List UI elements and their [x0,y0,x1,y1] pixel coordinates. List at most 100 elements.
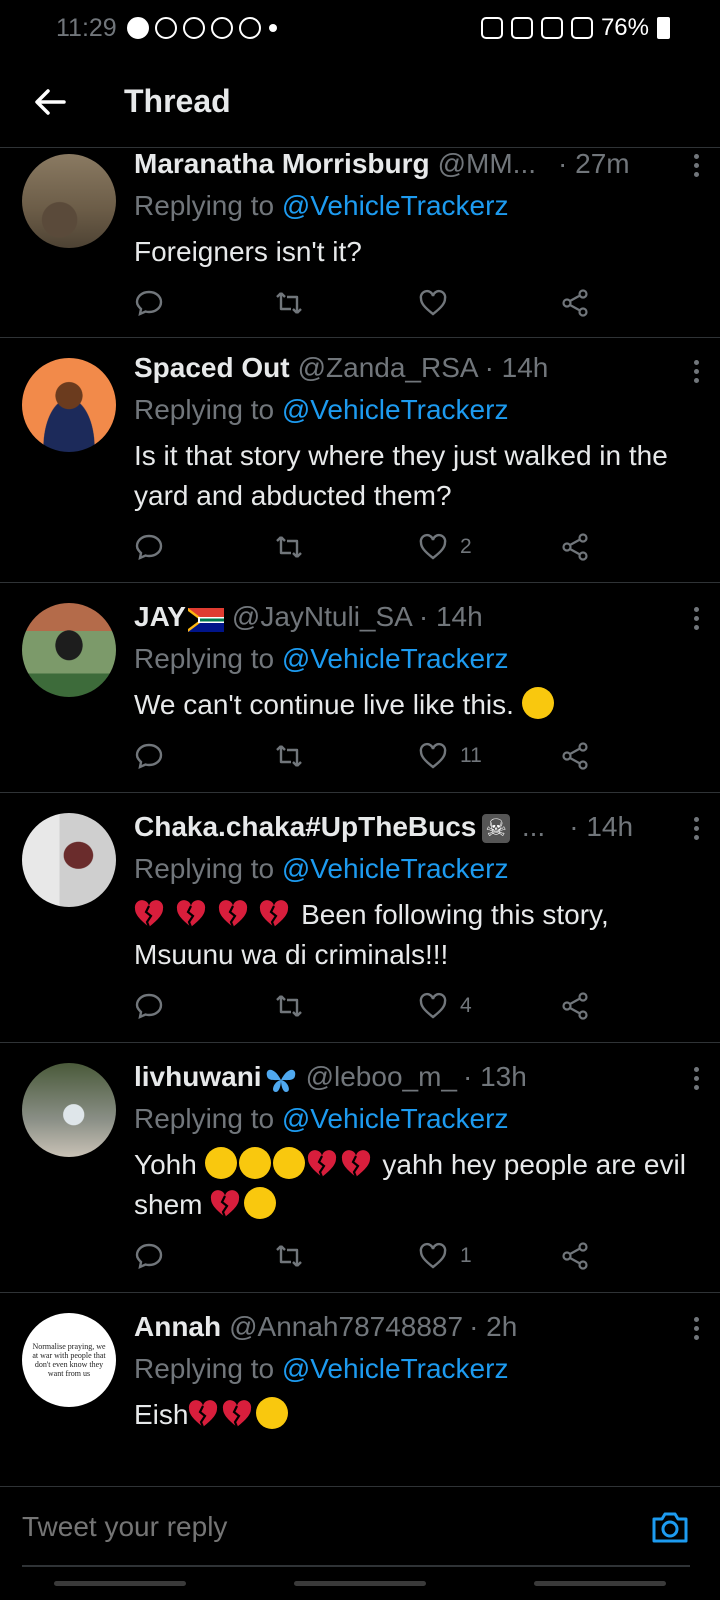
display-name[interactable]: JAY [134,601,186,633]
display-name[interactable]: livhuwani [134,1061,262,1093]
replying-mention[interactable]: @VehicleTrackerz [282,1103,509,1134]
more-options-icon[interactable] [694,1067,700,1090]
retweet-icon [276,536,302,558]
replying-mention[interactable]: @VehicleTrackerz [282,853,509,884]
notification-icons [126,17,261,39]
camera-icon[interactable] [650,1509,690,1545]
heart-icon [419,742,447,769]
broken-heart-emoji-icon [176,900,205,928]
display-name[interactable]: Maranatha Morrisburg [134,148,430,180]
avatar[interactable] [22,154,116,248]
retweet-button[interactable] [274,741,304,771]
heart-icon [419,1242,447,1269]
replying-mention[interactable]: @VehicleTrackerz [282,643,509,674]
user-handle: @Annah78748887 [229,1311,464,1342]
status-time: 11:29 [56,13,117,42]
share-icon [562,533,588,561]
nav-home-handle[interactable] [294,1580,426,1586]
tweet-actions: 4 [134,989,604,1023]
replying-mention[interactable]: @VehicleTrackerz [282,394,509,425]
like-count: 11 [460,744,482,767]
share-button[interactable] [560,532,590,562]
wifi-icon [540,17,563,39]
tweet-text: We can't continue live like this. [134,685,700,725]
tweet-time: · 27m [558,148,630,179]
replying-label: Replying to [134,853,282,884]
tweet-time: · 13h [462,1061,527,1092]
like-button[interactable]: 2 [418,532,472,562]
like-button[interactable]: 1 [418,1241,472,1271]
avatar[interactable] [22,358,116,452]
broken-heart-emoji-icon [223,1400,252,1428]
tweet-reply-input[interactable] [22,1487,582,1567]
replying-label: Replying to [134,394,282,425]
signal-icon [570,17,593,39]
reply-button[interactable] [134,288,164,318]
share-icon [562,1242,588,1270]
reply-button[interactable] [134,741,164,771]
retweet-button[interactable] [274,991,304,1021]
replying-mention[interactable]: @VehicleTrackerz [282,190,509,221]
retweet-button[interactable] [274,1241,304,1271]
like-button[interactable]: 11 [418,741,482,771]
tweet-text-content: We can't continue live like this. [134,689,514,720]
like-button[interactable] [418,288,460,318]
tweet[interactable]: JAY @JayNtuli_SA · 14h Replying to @Vehic… [0,583,720,793]
reply-button[interactable] [134,1241,164,1271]
more-options-icon[interactable] [694,360,700,383]
back-button[interactable] [26,78,74,126]
frowning-face-emoji-icon [238,1147,271,1179]
more-options-icon[interactable] [694,154,700,177]
display-name[interactable]: Spaced Out [134,352,290,384]
skull-crossbones-icon: ☠ [482,814,510,843]
sad-tear-emoji-icon [521,687,554,719]
like-count: 4 [460,994,472,1017]
retweet-button[interactable] [274,532,304,562]
back-arrow-icon [35,88,66,115]
replying-to: Replying to @VehicleTrackerz [134,1103,700,1141]
heart-icon [419,289,447,316]
more-options-icon[interactable] [694,1317,700,1340]
avatar[interactable] [22,603,116,697]
tweet-text: Foreigners isn't it? [134,236,362,267]
more-options-icon[interactable] [694,817,700,840]
avatar[interactable]: Normalise praying, we at war with people… [22,1313,116,1407]
tweet[interactable]: livhuwani @leboo_m_ · 13h Replying to @Ve… [0,1043,720,1293]
replying-mention[interactable]: @VehicleTrackerz [282,1353,509,1384]
share-icon [562,289,588,317]
tweet[interactable]: Spaced Out @Zanda_RSA · 14h Replying to @V… [0,338,720,583]
nav-recents-handle[interactable] [54,1580,186,1586]
nav-back-handle[interactable] [534,1580,666,1586]
avatar[interactable] [22,813,116,907]
share-button[interactable] [560,991,590,1021]
replying-label: Replying to [134,1103,282,1134]
tweet[interactable]: Maranatha Morrisburg @MM... · 27m Replying… [0,148,720,338]
status-bar: 11:29 76% [0,0,720,56]
avatar[interactable] [22,1063,116,1157]
reply-button[interactable] [134,991,164,1021]
display-name[interactable]: Annah [134,1311,221,1343]
avatar-quote-text: Normalise praying, we at war with people… [32,1342,106,1378]
reply-button[interactable] [134,532,164,562]
south-africa-flag-icon [187,608,224,632]
like-button[interactable]: 4 [418,991,472,1021]
frowning-face-emoji-icon [272,1147,305,1179]
tweet-text-content: Eish [134,1399,189,1430]
share-button[interactable] [560,288,590,318]
more-options-icon[interactable] [694,607,700,630]
replies-feed[interactable]: Maranatha Morrisburg @MM... · 27m Replying… [0,148,720,1486]
tweet-actions: 11 [134,739,604,773]
display-name[interactable]: Chaka.chaka#UpTheBucs [134,811,476,843]
share-button[interactable] [560,1241,590,1271]
tweet[interactable]: Normalise praying, we at war with people… [0,1293,720,1486]
reply-bar [0,1486,720,1567]
frowning-face-emoji-icon [244,1187,277,1219]
system-icons: 76% [480,14,670,42]
frowning-face-emoji-icon [204,1147,237,1179]
replying-to: Replying to @VehicleTrackerz [134,394,700,432]
heart-icon [419,533,447,560]
broken-heart-emoji-icon [307,1150,336,1178]
tweet[interactable]: Chaka.chaka#UpTheBucs ☠... · 14h Replying … [0,793,720,1043]
retweet-button[interactable] [274,288,304,318]
share-button[interactable] [560,741,590,771]
